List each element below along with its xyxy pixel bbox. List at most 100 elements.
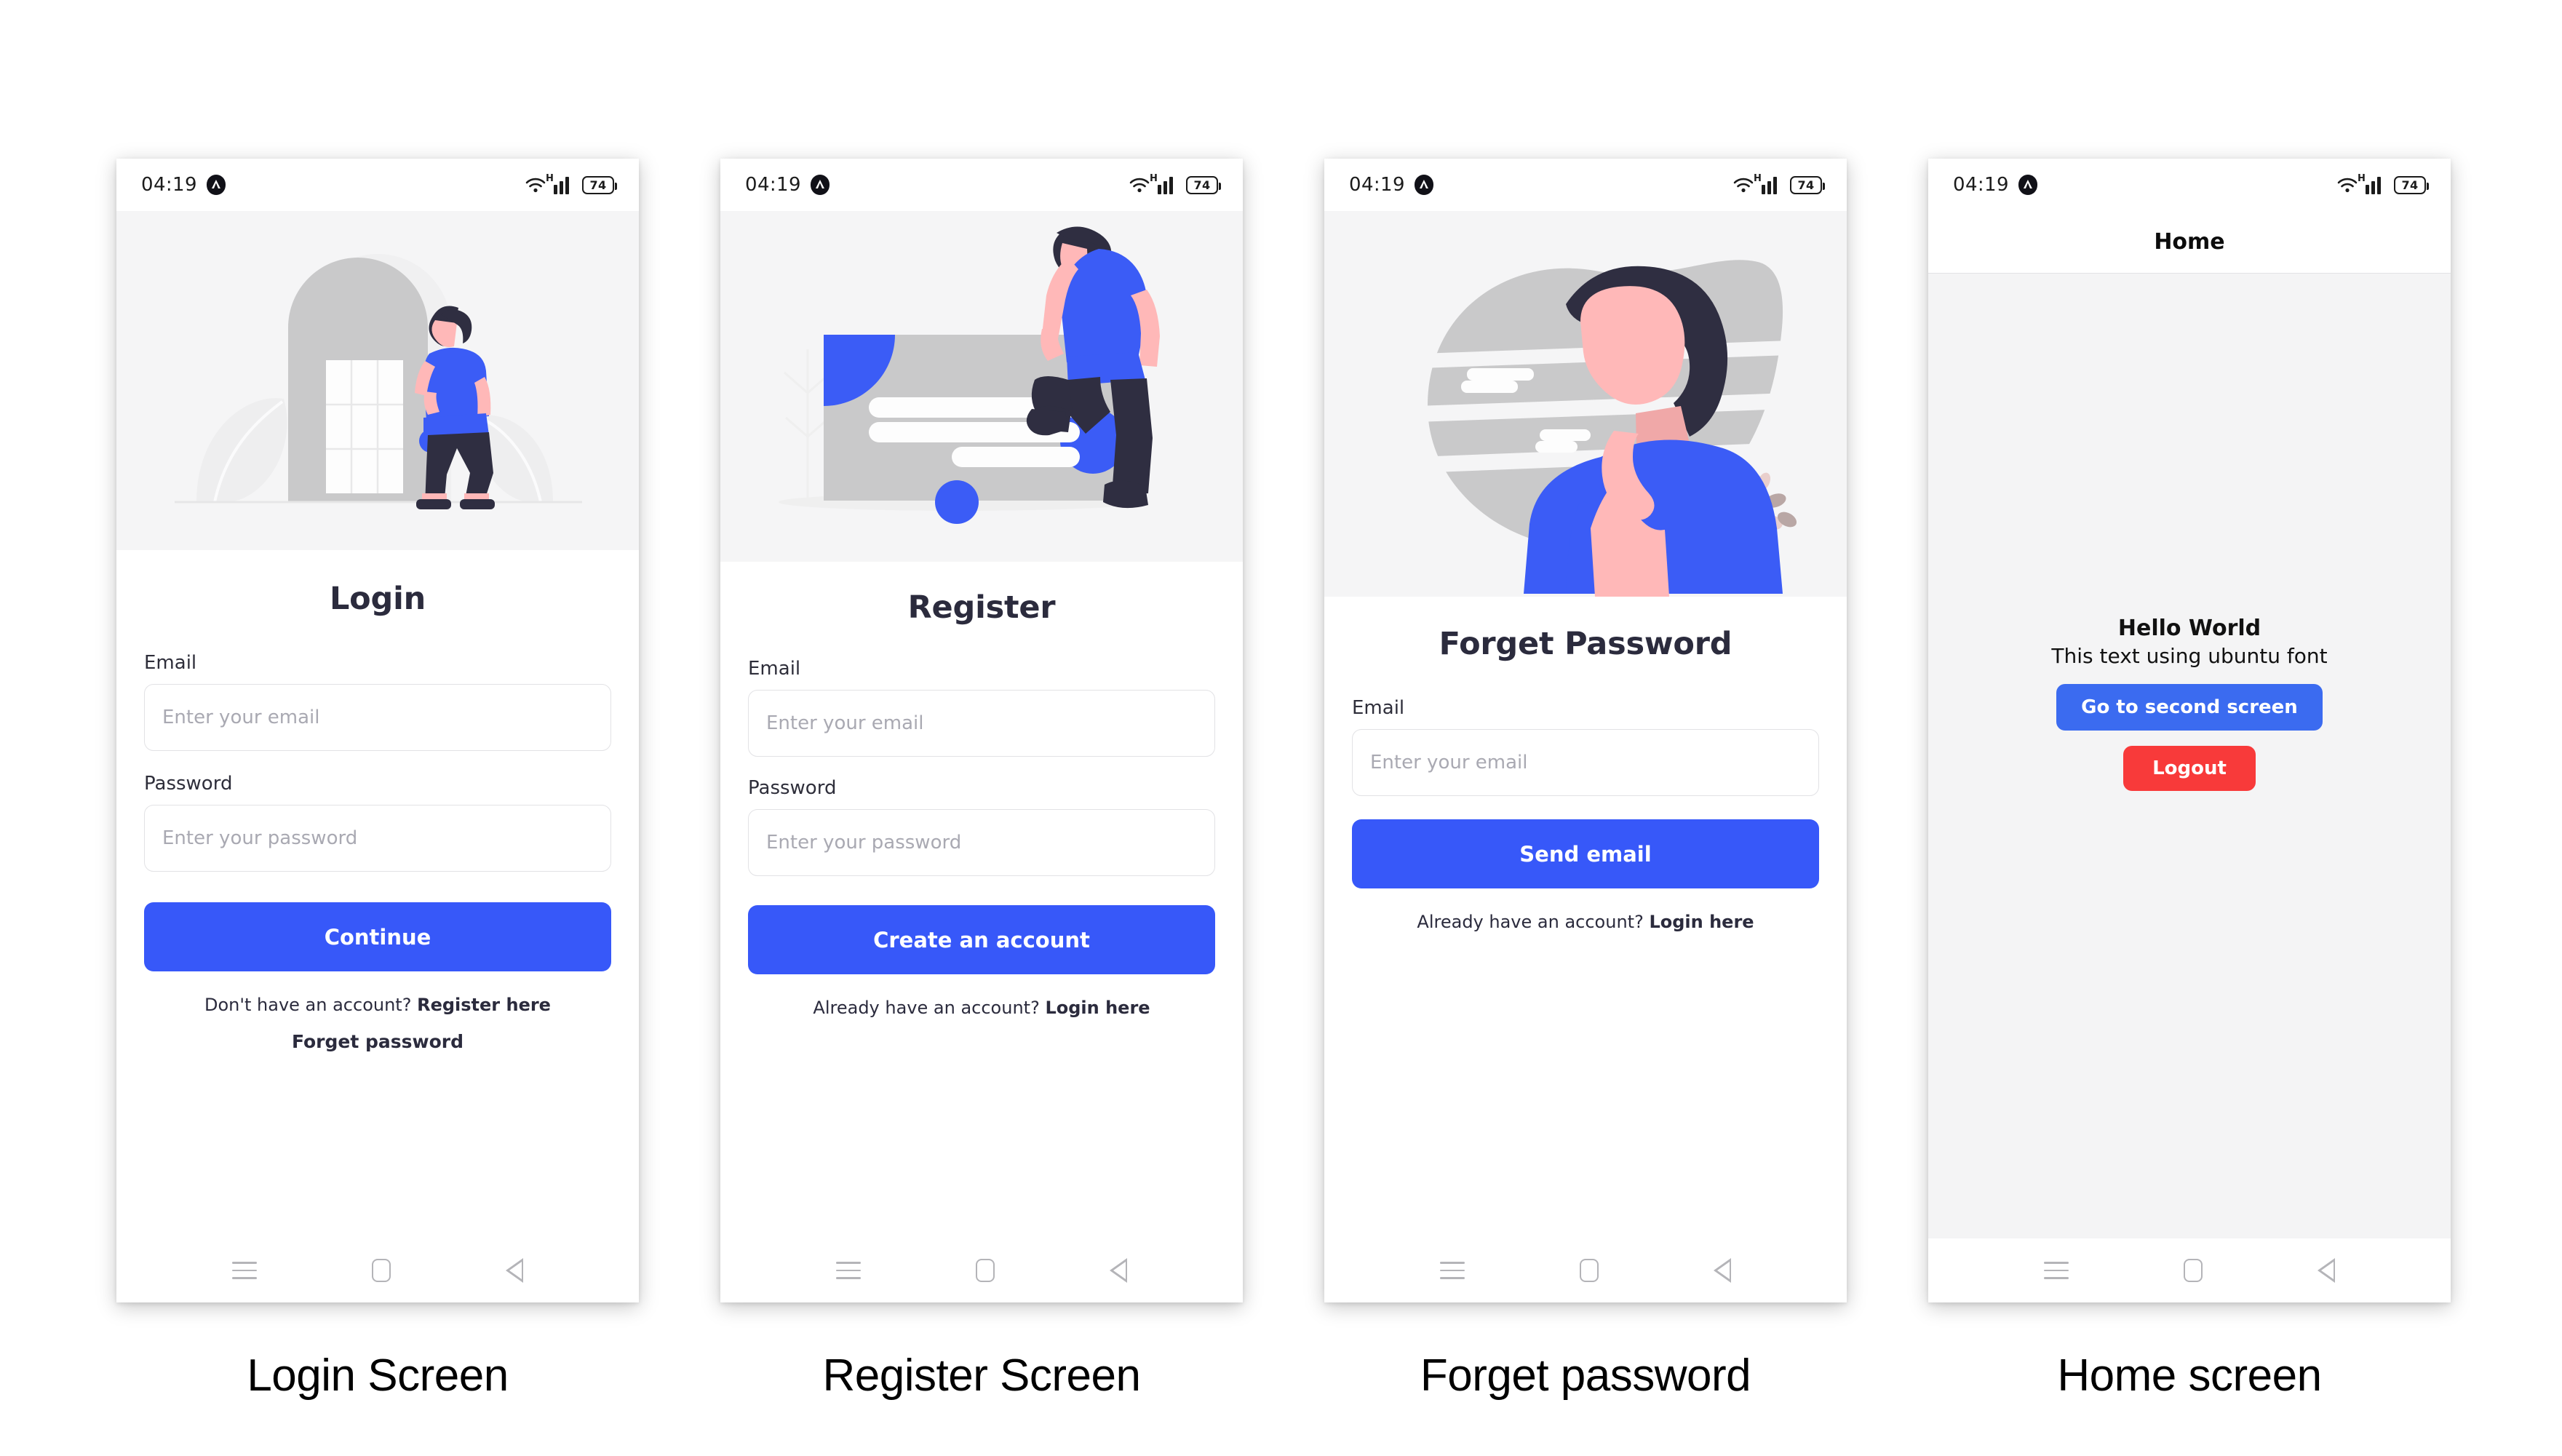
login-prompt: Already have an account? Login here bbox=[748, 998, 1215, 1018]
recents-icon[interactable] bbox=[1440, 1262, 1465, 1279]
wifi-icon bbox=[2336, 176, 2358, 194]
login-prompt-text: Already have an account? bbox=[813, 998, 1040, 1018]
caption-login: Login Screen bbox=[247, 1350, 509, 1401]
hello-world-heading: Hello World bbox=[2117, 616, 2261, 641]
password-input[interactable]: Enter your password bbox=[748, 809, 1215, 876]
caption-forget-password: Forget password bbox=[1420, 1350, 1751, 1401]
battery-level: 74 bbox=[1797, 178, 1815, 192]
android-nav-bar bbox=[720, 1238, 1243, 1302]
battery-level: 74 bbox=[589, 178, 607, 192]
status-bar-right: H 74 bbox=[1129, 173, 1221, 194]
caption-register: Register Screen bbox=[822, 1350, 1141, 1401]
android-nav-bar bbox=[116, 1238, 639, 1302]
screens-overview: 04:19 H 74 Login Email Enter your email … bbox=[0, 0, 2562, 1456]
battery-icon: 74 bbox=[1186, 175, 1221, 194]
register-prompt-text: Don't have an account? bbox=[204, 995, 412, 1015]
email-input[interactable]: Enter your email bbox=[748, 690, 1215, 757]
network-type-label: H bbox=[2358, 173, 2366, 184]
network-type-label: H bbox=[1150, 173, 1158, 184]
email-field-group: Email Enter your email bbox=[144, 652, 611, 751]
status-bar-right: H 74 bbox=[1732, 174, 1825, 194]
status-bar-left: 04:19 bbox=[1349, 174, 1433, 196]
app-bar: Home bbox=[1928, 211, 2451, 274]
password-field-group: Password Enter your password bbox=[748, 777, 1215, 876]
wifi-icon bbox=[1732, 176, 1754, 194]
recents-icon[interactable] bbox=[836, 1262, 861, 1279]
back-icon[interactable] bbox=[1110, 1258, 1127, 1283]
email-label: Email bbox=[748, 658, 801, 680]
status-bar-left: 04:19 bbox=[745, 174, 830, 196]
android-nav-bar bbox=[1928, 1238, 2451, 1302]
app-badge-icon bbox=[1414, 175, 1433, 195]
send-email-button[interactable]: Send email bbox=[1352, 819, 1819, 888]
email-input[interactable]: Enter your email bbox=[1352, 729, 1819, 796]
battery-icon: 74 bbox=[582, 175, 617, 194]
phone-forget-password: 04:19 H 74 Forget Password Email Enter y… bbox=[1324, 159, 1847, 1302]
back-icon[interactable] bbox=[2318, 1258, 2335, 1283]
email-label: Email bbox=[144, 652, 197, 674]
create-account-button[interactable]: Create an account bbox=[748, 905, 1215, 974]
login-prompt-text: Already have an account? bbox=[1417, 912, 1644, 932]
clock: 04:19 bbox=[141, 174, 197, 196]
back-icon[interactable] bbox=[1714, 1258, 1731, 1283]
battery-level: 74 bbox=[1193, 178, 1211, 192]
email-label: Email bbox=[1352, 697, 1405, 719]
forget-password-link[interactable]: Forget password bbox=[144, 1031, 611, 1052]
cellular-signal-icon: H bbox=[546, 174, 575, 194]
go-to-second-screen-button[interactable]: Go to second screen bbox=[2056, 684, 2323, 731]
login-form: Login Email Enter your email Password En… bbox=[116, 550, 639, 1238]
battery-icon: 74 bbox=[1790, 175, 1825, 194]
man-form-card-illustration bbox=[720, 211, 1243, 562]
home-content: Hello World This text using ubuntu font … bbox=[1928, 274, 2451, 1238]
register-here-link[interactable]: Register here bbox=[417, 995, 551, 1015]
forget-password-form: Forget Password Email Enter your email S… bbox=[1324, 597, 1847, 1238]
status-bar: 04:19 H 74 bbox=[1324, 159, 1847, 211]
android-nav-bar bbox=[1324, 1238, 1847, 1302]
app-badge-icon bbox=[2018, 175, 2037, 195]
page-title: Register bbox=[907, 589, 1056, 626]
status-bar: 04:19 H 74 bbox=[116, 159, 639, 211]
network-type-label: H bbox=[546, 173, 554, 184]
password-input[interactable]: Enter your password bbox=[144, 805, 611, 872]
font-note-text: This text using ubuntu font bbox=[2051, 644, 2328, 668]
cellular-signal-icon: H bbox=[2358, 174, 2387, 194]
email-field-group: Email Enter your email bbox=[748, 658, 1215, 757]
phone-register: 04:19 H 74 Register Email Enter your ema… bbox=[720, 159, 1243, 1302]
register-form: Register Email Enter your email Password… bbox=[720, 562, 1243, 1238]
status-bar-left: 04:19 bbox=[141, 174, 226, 196]
wifi-icon bbox=[525, 176, 546, 194]
battery-level: 74 bbox=[2401, 178, 2419, 192]
app-badge-icon bbox=[206, 175, 226, 195]
logout-button[interactable]: Logout bbox=[2123, 746, 2256, 791]
home-icon[interactable] bbox=[2184, 1259, 2203, 1282]
status-bar-right: H 74 bbox=[2336, 174, 2429, 194]
status-bar: 04:19 H 74 bbox=[1928, 159, 2451, 211]
battery-icon: 74 bbox=[2394, 175, 2429, 194]
password-field-group: Password Enter your password bbox=[144, 773, 611, 872]
caption-home: Home screen bbox=[2057, 1350, 2322, 1401]
back-icon[interactable] bbox=[506, 1258, 523, 1283]
login-here-link[interactable]: Login here bbox=[1045, 998, 1150, 1018]
thinking-person-illustration bbox=[1324, 211, 1847, 597]
network-type-label: H bbox=[1754, 173, 1762, 184]
wifi-icon bbox=[1129, 176, 1150, 194]
recents-icon[interactable] bbox=[232, 1262, 257, 1279]
register-prompt: Don't have an account? Register here bbox=[144, 995, 611, 1015]
app-bar-title: Home bbox=[2154, 229, 2225, 255]
email-field-group: Email Enter your email bbox=[1352, 697, 1819, 796]
page-title: Login bbox=[329, 581, 426, 617]
clock: 04:19 bbox=[1953, 174, 2009, 196]
password-label: Password bbox=[748, 777, 837, 799]
phone-login: 04:19 H 74 Login Email Enter your email … bbox=[116, 159, 639, 1302]
recents-icon[interactable] bbox=[2044, 1262, 2069, 1279]
app-badge-icon bbox=[810, 175, 830, 195]
door-man-illustration bbox=[116, 211, 639, 550]
login-here-link[interactable]: Login here bbox=[1649, 912, 1754, 932]
home-icon[interactable] bbox=[372, 1259, 391, 1282]
home-icon[interactable] bbox=[976, 1259, 995, 1282]
email-input[interactable]: Enter your email bbox=[144, 684, 611, 751]
home-icon[interactable] bbox=[1580, 1259, 1599, 1282]
cellular-signal-icon: H bbox=[1754, 174, 1783, 194]
continue-button[interactable]: Continue bbox=[144, 902, 611, 971]
phone-home: 04:19 H 74 Home Hello World This text us… bbox=[1928, 159, 2451, 1302]
